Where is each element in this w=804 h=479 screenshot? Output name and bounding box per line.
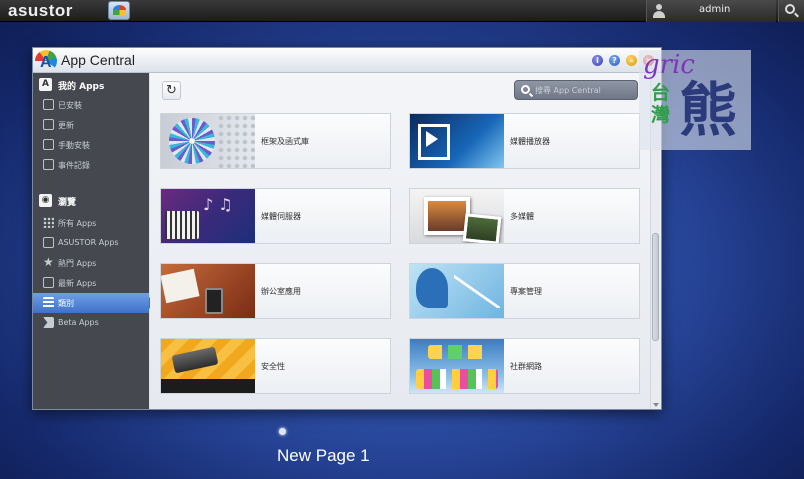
beta-icon bbox=[43, 317, 54, 328]
my-apps-icon: A bbox=[39, 78, 52, 91]
sidebar-item-update[interactable]: 更新 bbox=[33, 115, 149, 135]
list-icon bbox=[43, 297, 54, 308]
new-icon bbox=[43, 277, 54, 288]
project-management-thumb bbox=[410, 264, 504, 318]
sidebar-item-installed[interactable]: 已安裝 bbox=[33, 95, 149, 115]
media-player-thumb bbox=[410, 114, 504, 168]
refresh-button[interactable]: ↻ bbox=[162, 81, 181, 100]
global-search-button[interactable] bbox=[778, 0, 804, 22]
sidebar-item-popular-apps[interactable]: ★ 熱門 Apps bbox=[33, 253, 149, 273]
sidebar-item-new-apps[interactable]: 最新 Apps bbox=[33, 273, 149, 293]
info-button[interactable]: i bbox=[592, 55, 603, 66]
app-search-input[interactable] bbox=[535, 84, 635, 97]
security-thumb bbox=[161, 339, 255, 393]
user-menu[interactable]: admin bbox=[646, 0, 776, 22]
multimedia-thumb bbox=[410, 189, 504, 243]
sidebar-item-manual-install[interactable]: 手動安裝 bbox=[33, 135, 149, 155]
category-card-project-management[interactable]: 專案管理 bbox=[409, 263, 640, 319]
framework-thumb bbox=[161, 114, 255, 168]
category-card-multimedia[interactable]: 多媒體 bbox=[409, 188, 640, 244]
office-thumb bbox=[161, 264, 255, 318]
app-central-taskbar-icon[interactable] bbox=[108, 1, 130, 20]
category-card-media-server[interactable]: 媒體伺服器 bbox=[160, 188, 391, 244]
app-central-window: A App Central i ? – × A 我的 Apps 已安裝 更新 手… bbox=[32, 47, 662, 410]
username-label: admin bbox=[699, 4, 731, 15]
log-icon bbox=[43, 159, 54, 170]
social-network-thumb bbox=[410, 339, 504, 393]
browse-icon: ◉ bbox=[39, 194, 52, 207]
top-bar: asustor admin bbox=[0, 0, 804, 22]
watermark: gric 台灣 熊 bbox=[639, 50, 751, 150]
category-card-office[interactable]: 辦公室應用 bbox=[160, 263, 391, 319]
asustor-logo: asustor bbox=[8, 1, 73, 20]
category-card-media-player[interactable]: 媒體播放器 bbox=[409, 113, 640, 169]
window-titlebar[interactable]: A App Central i ? – × bbox=[33, 48, 661, 73]
page-label: New Page 1 bbox=[277, 446, 370, 465]
scroll-down-arrow-icon[interactable] bbox=[653, 403, 659, 407]
window-title: App Central bbox=[61, 52, 135, 68]
asustor-icon bbox=[43, 237, 54, 248]
minimize-button[interactable]: – bbox=[626, 55, 637, 66]
app-search-box[interactable] bbox=[514, 80, 638, 100]
sidebar: A 我的 Apps 已安裝 更新 手動安裝 事件記錄 ◉ 瀏覽 所有 Apps bbox=[33, 73, 155, 409]
star-icon: ★ bbox=[43, 255, 54, 269]
sidebar-item-asustor-apps[interactable]: ASUSTOR Apps bbox=[33, 233, 149, 253]
sidebar-section-browse: ◉ 瀏覽 bbox=[33, 191, 149, 211]
category-card-security[interactable]: 安全性 bbox=[160, 338, 391, 394]
upload-icon bbox=[43, 119, 54, 130]
folder-icon bbox=[43, 139, 54, 150]
sidebar-item-all-apps[interactable]: 所有 Apps bbox=[33, 213, 149, 233]
category-card-framework[interactable]: 框架及函式庫 bbox=[160, 113, 391, 169]
page-indicator-dot[interactable] bbox=[279, 428, 286, 435]
media-server-thumb bbox=[161, 189, 255, 243]
installed-icon bbox=[43, 99, 54, 110]
sidebar-item-categories[interactable]: 類別 bbox=[33, 293, 155, 313]
category-grid-area: ↻ 框架及函式庫 媒體播放器 媒體伺服器 多媒體 辦公室應用 專案管理 bbox=[150, 73, 661, 409]
grid-icon bbox=[43, 217, 54, 228]
help-button[interactable]: ? bbox=[609, 55, 620, 66]
search-icon bbox=[785, 4, 795, 14]
sidebar-item-event-log[interactable]: 事件記錄 bbox=[33, 155, 149, 175]
user-icon bbox=[653, 4, 665, 18]
scrollbar-thumb[interactable] bbox=[652, 233, 659, 341]
search-icon bbox=[521, 85, 530, 94]
sidebar-section-my-apps: A 我的 Apps bbox=[33, 75, 149, 95]
app-central-logo-icon: A bbox=[35, 50, 57, 72]
sidebar-item-beta-apps[interactable]: Beta Apps bbox=[33, 313, 149, 333]
category-card-social-network[interactable]: 社群網路 bbox=[409, 338, 640, 394]
